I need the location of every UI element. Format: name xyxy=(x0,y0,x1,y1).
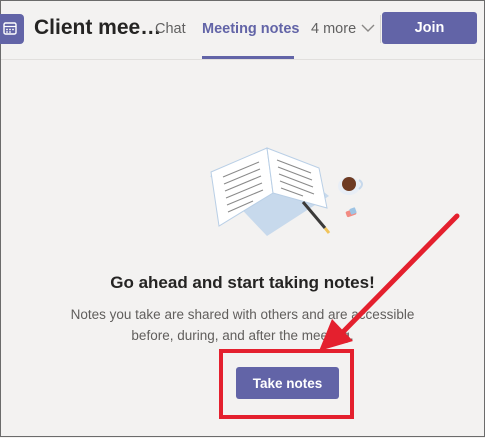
annotation-arrow-icon xyxy=(319,213,460,351)
